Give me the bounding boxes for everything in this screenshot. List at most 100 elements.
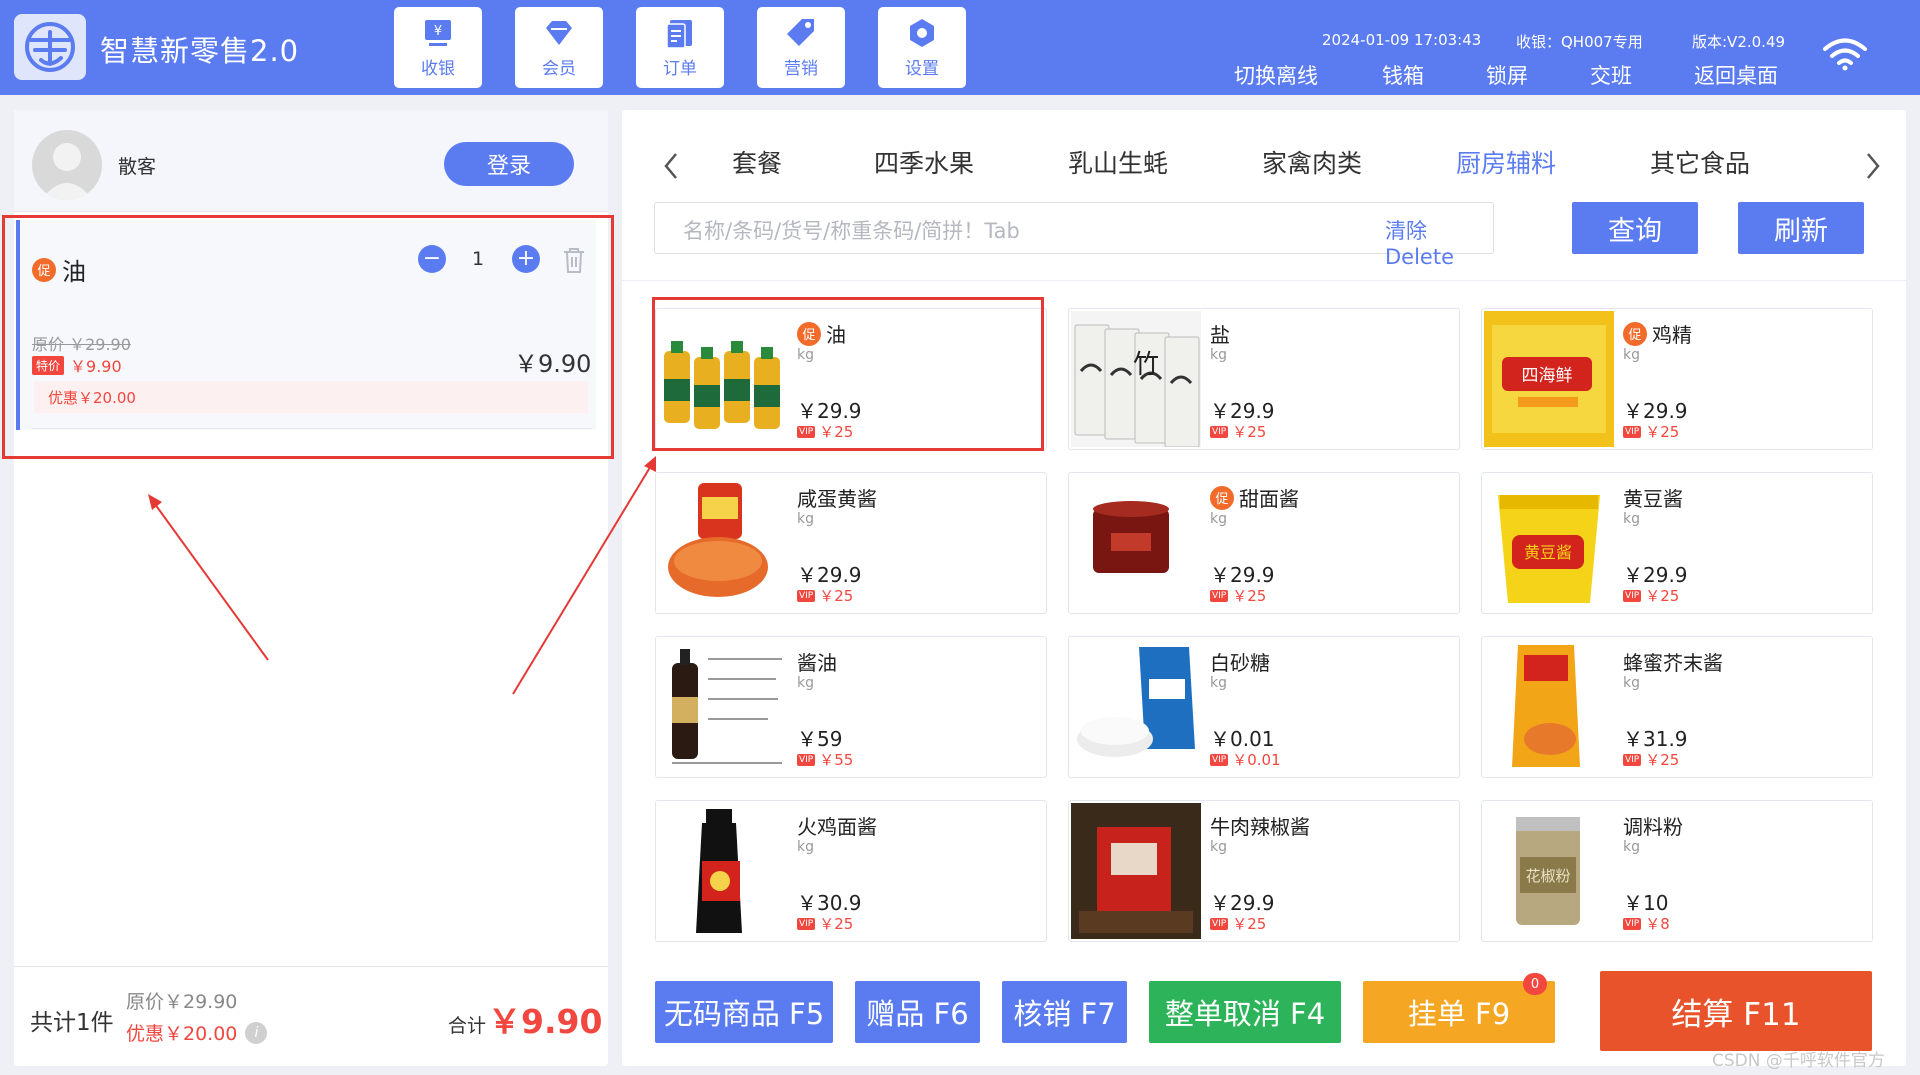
product-vip-price: VIP ￥55 (797, 749, 853, 770)
vip-price: ￥25 (1645, 587, 1680, 605)
product-name-label: 咸蛋黄酱 (797, 487, 877, 511)
product-name: 咸蛋黄酱 (797, 483, 877, 512)
product-image: 竹 (1071, 311, 1201, 447)
product-card[interactable]: 四海鲜促鸡精 kg ￥29.9 VIP ￥25 (1481, 308, 1873, 450)
product-price: ￥30.9 (797, 891, 862, 915)
hang-order-button[interactable]: 挂单 F9 0 (1363, 973, 1555, 1043)
total-count: 共计1件 (30, 1010, 114, 1036)
sum-value: ￥9.90 (488, 1002, 603, 1041)
product-unit: kg (1623, 511, 1640, 527)
nav-member[interactable]: 会员 (515, 7, 603, 88)
bottom-button-label: 赠品 F6 (866, 997, 969, 1031)
category-tab[interactable]: 套餐 (732, 144, 782, 180)
chevron-left-icon[interactable] (656, 146, 686, 186)
nav-label: 营销 (784, 59, 818, 79)
product-image (658, 803, 788, 939)
product-card[interactable]: 竹盐 kg ￥29.9 VIP ￥25 (1068, 308, 1460, 450)
cashier-id: 收银：QH007专用 (1516, 33, 1643, 51)
gift-button[interactable]: 赠品 F6 (855, 981, 980, 1043)
info-icon[interactable]: i (245, 1021, 268, 1044)
product-name: 蜂蜜芥末酱 (1623, 647, 1723, 676)
return-desktop-button[interactable]: 返回桌面 (1694, 60, 1778, 90)
product-vip-price: VIP ￥25 (1210, 585, 1266, 606)
switch-offline-button[interactable]: 切换离线 (1234, 60, 1318, 90)
login-button[interactable]: 登录 (444, 142, 574, 186)
footer-discount: 优惠￥20.00 i (126, 1019, 268, 1046)
svg-text:¥: ¥ (434, 24, 442, 39)
product-image (658, 639, 788, 775)
product-card[interactable]: 酱油 kg ￥59 VIP ￥55 (655, 636, 1047, 778)
chevron-right-icon[interactable] (1858, 146, 1888, 186)
cancel-order-button[interactable]: 整单取消 F4 (1149, 981, 1341, 1043)
product-price: ￥10 (1623, 891, 1669, 915)
nav-cashier[interactable]: ¥ 收银 (394, 7, 482, 88)
bottom-button-label: 结算 F11 (1671, 996, 1801, 1033)
product-vip-price: VIP ￥25 (1210, 421, 1266, 442)
no-code-product-button[interactable]: 无码商品 F5 (655, 981, 833, 1043)
product-image (658, 475, 788, 611)
product-card[interactable]: 牛肉辣椒酱 kg ￥29.9 VIP ￥25 (1068, 800, 1460, 942)
product-image (1484, 639, 1614, 775)
product-name-label: 牛肉辣椒酱 (1210, 815, 1310, 839)
shift-handover-button[interactable]: 交班 (1590, 60, 1632, 90)
vip-tag: VIP (797, 917, 816, 930)
footer-orig-price: 原价￥29.90 (126, 991, 238, 1013)
product-price: ￥29.9 (1210, 891, 1275, 915)
top-bar: 智慧新零售2.0 ¥ 收银 会员 订单 营销 设置 2024-01-09 17:… (0, 0, 1920, 95)
svg-text:四海鲜: 四海鲜 (1522, 366, 1573, 386)
vip-price: ￥25 (819, 915, 854, 933)
vip-tag: VIP (1210, 753, 1229, 766)
product-name-label: 甜面酱 (1239, 487, 1299, 511)
product-vip-price: VIP ￥25 (1623, 421, 1679, 442)
checkout-button[interactable]: 结算 F11 (1600, 971, 1872, 1051)
product-name-label: 鸡精 (1652, 323, 1692, 347)
category-tab[interactable]: 其它食品 (1650, 144, 1750, 180)
svg-text:花椒粉: 花椒粉 (1525, 867, 1570, 885)
product-card[interactable]: 花椒粉 调料粉 kg ￥10 VIP ￥8 (1481, 800, 1873, 942)
vip-price: ￥8 (1645, 915, 1670, 933)
category-tab[interactable]: 四季水果 (874, 144, 974, 180)
wifi-icon (1823, 38, 1867, 71)
vip-price: ￥25 (1645, 751, 1680, 769)
nav-marketing[interactable]: 营销 (757, 7, 845, 88)
category-tab-active[interactable]: 厨房辅料 (1456, 144, 1556, 180)
cart-footer: 共计1件 原价￥29.90 优惠￥20.00 i 合计 ￥9.90 (14, 966, 608, 1064)
vip-tag: VIP (1210, 589, 1229, 602)
highlight-box-product (652, 297, 1044, 451)
product-unit: kg (1210, 347, 1227, 363)
product-card[interactable]: 咸蛋黄酱 kg ￥29.9 VIP ￥25 (655, 472, 1047, 614)
tag-icon (787, 19, 814, 46)
product-name: 火鸡面酱 (797, 811, 877, 840)
product-card[interactable]: 白砂糖 kg ￥0.01 VIP ￥0.01 (1068, 636, 1460, 778)
product-vip-price: VIP ￥25 (1623, 749, 1679, 770)
vip-price: ￥25 (819, 587, 854, 605)
customer-name: 散客 (118, 156, 157, 178)
query-button[interactable]: 查询 (1572, 202, 1698, 254)
verify-button[interactable]: 核销 F7 (1002, 981, 1127, 1043)
product-unit: kg (1623, 675, 1640, 691)
lock-screen-button[interactable]: 锁屏 (1486, 60, 1528, 90)
product-card[interactable]: 蜂蜜芥末酱 kg ￥31.9 VIP ￥25 (1481, 636, 1873, 778)
category-tab[interactable]: 家禽肉类 (1262, 144, 1362, 180)
product-price: ￥29.9 (1210, 399, 1275, 423)
product-card[interactable]: 黄豆酱 黄豆酱 kg ￥29.9 VIP ￥25 (1481, 472, 1873, 614)
cash-drawer-button[interactable]: 钱箱 (1382, 60, 1424, 90)
product-name: 酱油 (797, 647, 837, 676)
product-unit: kg (1210, 511, 1227, 527)
refresh-button[interactable]: 刷新 (1738, 202, 1864, 254)
product-card[interactable]: 促甜面酱 kg ￥29.9 VIP ￥25 (1068, 472, 1460, 614)
product-name-label: 蜂蜜芥末酱 (1623, 651, 1723, 675)
svg-text:黄豆酱: 黄豆酱 (1524, 543, 1572, 562)
diamond-icon (546, 21, 572, 45)
nav-settings[interactable]: 设置 (878, 7, 966, 88)
nav-order[interactable]: 订单 (636, 7, 724, 88)
product-image: 四海鲜 (1484, 311, 1614, 447)
category-tab[interactable]: 乳山生蚝 (1068, 144, 1168, 180)
product-card[interactable]: 火鸡面酱 kg ￥30.9 VIP ￥25 (655, 800, 1047, 942)
search-input[interactable]: 名称/条码/货号/称重条码/简拼！Tab 清除Delete (654, 202, 1494, 269)
product-image (1071, 639, 1201, 775)
product-name-label: 酱油 (797, 651, 837, 675)
vip-price: ￥25 (1645, 423, 1680, 441)
clear-search-button[interactable]: 清除Delete (1385, 215, 1493, 269)
vip-tag: VIP (1623, 425, 1642, 438)
